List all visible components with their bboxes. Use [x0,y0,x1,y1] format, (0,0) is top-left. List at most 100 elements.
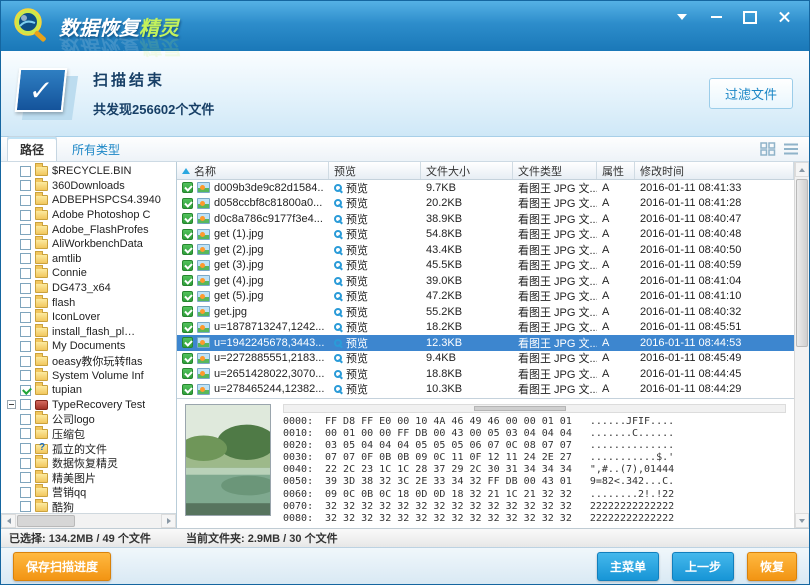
detail-view-icon[interactable] [783,142,799,156]
file-checkbox[interactable] [182,275,193,286]
tree-checkbox[interactable] [20,399,31,410]
file-row[interactable]: d0c8a786c9177f3e4... 预览 38.9KB 看图王 JPG 文… [177,211,794,227]
column-header-attr[interactable]: 属性 [597,162,635,179]
preview-link[interactable]: 预览 [346,351,368,367]
file-checkbox[interactable] [182,229,193,240]
recover-button[interactable]: 恢复 [747,552,797,581]
hex-scroll-thumb[interactable] [474,406,566,411]
file-checkbox[interactable] [182,384,193,395]
tree-checkbox[interactable] [20,166,31,177]
column-header-type[interactable]: 文件类型 [513,162,597,179]
close-icon[interactable] [773,9,795,25]
list-vertical-scrollbar[interactable] [794,162,809,528]
scroll-up-icon[interactable] [795,162,809,177]
expand-icon[interactable] [7,400,16,409]
file-checkbox[interactable] [182,337,193,348]
file-checkbox[interactable] [182,260,193,271]
tree-item[interactable]: 公司logo [1,412,176,427]
file-row[interactable]: get (2).jpg 预览 43.4KB 看图王 JPG 文... A 201… [177,242,794,258]
scroll-right-icon[interactable] [161,514,176,528]
tree-checkbox[interactable] [20,487,31,498]
tree-item[interactable]: amtlib [1,252,176,267]
file-row[interactable]: u=2651428022,3070... 预览 18.8KB 看图王 JPG 文… [177,366,794,382]
tree-checkbox[interactable] [20,239,31,250]
tree-item[interactable]: Adobe_FlashProfes [1,222,176,237]
file-row[interactable]: get (5).jpg 预览 47.2KB 看图王 JPG 文... A 201… [177,289,794,305]
tree-checkbox[interactable] [20,341,31,352]
column-header-modified[interactable]: 修改时间 [635,162,794,179]
tree-checkbox[interactable] [20,385,31,396]
preview-link[interactable]: 预览 [346,211,368,227]
tree-checkbox[interactable] [20,268,31,279]
tree-checkbox[interactable] [20,297,31,308]
tree-checkbox[interactable] [20,195,31,206]
tree-checkbox[interactable] [20,253,31,264]
preview-link[interactable]: 预览 [346,180,368,196]
tree-checkbox[interactable] [20,356,31,367]
scroll-left-icon[interactable] [1,514,16,528]
file-row[interactable]: get (4).jpg 预览 39.0KB 看图王 JPG 文... A 201… [177,273,794,289]
tree-checkbox[interactable] [20,414,31,425]
tree-item[interactable]: My Documents [1,339,176,354]
preview-link[interactable]: 预览 [346,320,368,336]
tree-item[interactable]: install_flash_pl… [1,325,176,340]
file-row[interactable]: u=1942245678,3443... 预览 12.3KB 看图王 JPG 文… [177,335,794,351]
file-row[interactable]: u=1878713247,1242... 预览 18.2KB 看图王 JPG 文… [177,320,794,336]
file-row[interactable]: get.jpg 预览 55.2KB 看图王 JPG 文... A 2016-01… [177,304,794,320]
file-checkbox[interactable] [182,198,193,209]
tree-horizontal-scrollbar[interactable] [1,513,176,528]
maximize-icon[interactable] [739,9,761,25]
preview-link[interactable]: 预览 [346,335,368,351]
thumbnail-view-icon[interactable] [760,142,776,156]
file-row[interactable]: get (1).jpg 预览 54.8KB 看图王 JPG 文... A 201… [177,227,794,243]
tree-checkbox[interactable] [20,224,31,235]
file-checkbox[interactable] [182,353,193,364]
tree-item[interactable]: 360Downloads [1,179,176,194]
tree-checkbox[interactable] [20,210,31,221]
file-checkbox[interactable] [182,182,193,193]
tree-checkbox[interactable] [20,283,31,294]
file-row[interactable]: get (3).jpg 预览 45.5KB 看图王 JPG 文... A 201… [177,258,794,274]
tree-checkbox[interactable] [20,428,31,439]
tree-item[interactable]: 压缩包 [1,427,176,442]
file-checkbox[interactable] [182,322,193,333]
tree-checkbox[interactable] [20,312,31,323]
tree-checkbox[interactable] [20,472,31,483]
save-scan-progress-button[interactable]: 保存扫描进度 [13,552,111,581]
back-button[interactable]: 上一步 [672,552,734,581]
preview-link[interactable]: 预览 [346,273,368,289]
file-row[interactable]: u=2272885551,2183... 预览 9.4KB 看图王 JPG 文.… [177,351,794,367]
tree-checkbox[interactable] [20,443,31,454]
preview-link[interactable]: 预览 [346,366,368,382]
file-checkbox[interactable] [182,213,193,224]
preview-link[interactable]: 预览 [346,304,368,320]
preview-link[interactable]: 预览 [346,227,368,243]
hex-scrollbar[interactable] [283,404,786,413]
tree-checkbox[interactable] [20,370,31,381]
tree-checkbox[interactable] [20,326,31,337]
tree-item[interactable]: $RECYCLE.BIN [1,164,176,179]
tree-item[interactable]: 营销qq [1,485,176,500]
tree-item[interactable]: oeasy教你玩转flas [1,354,176,369]
tree-item[interactable]: flash [1,295,176,310]
tab-path[interactable]: 路径 [7,136,57,161]
tree-checkbox[interactable] [20,458,31,469]
tree-item[interactable]: Adobe Photoshop C [1,208,176,223]
tree-scroll-track[interactable] [16,514,161,528]
file-checkbox[interactable] [182,306,193,317]
tree-item[interactable]: 精美图片 [1,470,176,485]
preview-link[interactable]: 预览 [346,289,368,305]
tree-scroll-thumb[interactable] [17,515,75,527]
tree-item[interactable]: Connie [1,266,176,281]
list-scroll-thumb[interactable] [796,179,808,347]
list-scroll-track[interactable] [795,177,809,513]
scroll-down-icon[interactable] [795,513,809,528]
dropdown-icon[interactable] [671,9,693,25]
tree-item[interactable]: DG473_x64 [1,281,176,296]
tree-item[interactable]: TypeRecovery Test [1,398,176,413]
preview-link[interactable]: 预览 [346,258,368,274]
tree-item[interactable]: 孤立的文件 [1,441,176,456]
tree-item[interactable]: IconLover [1,310,176,325]
tree-item[interactable]: 酷狗 [1,500,176,513]
tab-all-types[interactable]: 所有类型 [59,136,133,161]
